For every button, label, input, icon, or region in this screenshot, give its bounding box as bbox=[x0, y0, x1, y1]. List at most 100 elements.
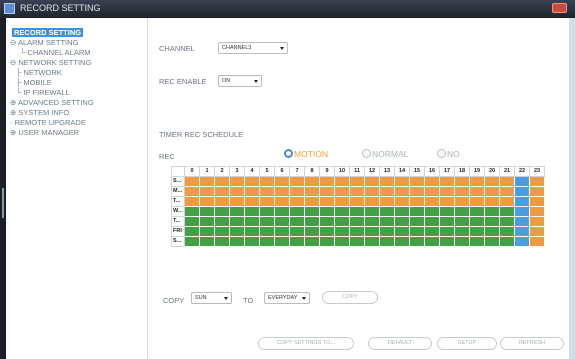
title-bar[interactable]: RECORD SETTING bbox=[0, 0, 575, 18]
tree-item-advanced-setting[interactable]: ⊕ ADVANCED SETTING bbox=[10, 98, 94, 107]
schedule-cell[interactable] bbox=[484, 186, 500, 197]
hour-header[interactable]: 8 bbox=[304, 166, 320, 177]
schedule-cell[interactable] bbox=[454, 176, 470, 187]
radio-motion[interactable]: MOTION bbox=[284, 149, 328, 159]
schedule-cell[interactable] bbox=[529, 196, 545, 207]
schedule-cell[interactable] bbox=[184, 206, 200, 217]
schedule-cell[interactable] bbox=[454, 196, 470, 207]
schedule-cell[interactable] bbox=[454, 206, 470, 217]
schedule-cell[interactable] bbox=[514, 186, 530, 197]
schedule-cell[interactable] bbox=[184, 186, 200, 197]
schedule-cell[interactable] bbox=[334, 236, 350, 247]
hour-header[interactable]: 12 bbox=[364, 166, 380, 177]
hour-header[interactable]: 22 bbox=[514, 166, 530, 177]
schedule-cell[interactable] bbox=[469, 196, 485, 207]
schedule-cell[interactable] bbox=[529, 236, 545, 247]
schedule-cell[interactable] bbox=[304, 186, 320, 197]
refresh-button[interactable]: REFRESH bbox=[500, 337, 564, 350]
hour-header[interactable]: 15 bbox=[409, 166, 425, 177]
copy-to-select[interactable]: EVERYDAY bbox=[264, 292, 310, 304]
schedule-cell[interactable] bbox=[424, 216, 440, 227]
hour-header[interactable]: 3 bbox=[229, 166, 245, 177]
hour-header[interactable]: 14 bbox=[394, 166, 410, 177]
day-label[interactable]: M... bbox=[171, 186, 185, 197]
schedule-cell[interactable] bbox=[304, 176, 320, 187]
schedule-cell[interactable] bbox=[214, 226, 230, 237]
hour-header[interactable]: 21 bbox=[499, 166, 515, 177]
schedule-cell[interactable] bbox=[229, 186, 245, 197]
schedule-cell[interactable] bbox=[349, 196, 365, 207]
schedule-cell[interactable] bbox=[229, 206, 245, 217]
schedule-cell[interactable] bbox=[514, 196, 530, 207]
day-label[interactable]: T... bbox=[171, 216, 185, 227]
radio-normal[interactable]: NORMAL bbox=[362, 149, 408, 159]
schedule-cell[interactable] bbox=[274, 206, 290, 217]
schedule-cell[interactable] bbox=[289, 216, 305, 227]
schedule-cell[interactable] bbox=[514, 176, 530, 187]
schedule-cell[interactable] bbox=[289, 176, 305, 187]
schedule-cell[interactable] bbox=[379, 186, 395, 197]
schedule-cell[interactable] bbox=[259, 186, 275, 197]
schedule-cell[interactable] bbox=[199, 226, 215, 237]
schedule-cell[interactable] bbox=[304, 206, 320, 217]
schedule-cell[interactable] bbox=[214, 206, 230, 217]
rec-enable-select[interactable]: ON bbox=[218, 75, 262, 87]
schedule-cell[interactable] bbox=[319, 196, 335, 207]
schedule-cell[interactable] bbox=[499, 196, 515, 207]
schedule-cell[interactable] bbox=[379, 236, 395, 247]
schedule-cell[interactable] bbox=[409, 186, 425, 197]
schedule-cell[interactable] bbox=[484, 226, 500, 237]
schedule-cell[interactable] bbox=[409, 206, 425, 217]
schedule-cell[interactable] bbox=[484, 216, 500, 227]
schedule-cell[interactable] bbox=[199, 186, 215, 197]
schedule-cell[interactable] bbox=[259, 236, 275, 247]
schedule-cell[interactable] bbox=[439, 176, 455, 187]
schedule-cell[interactable] bbox=[334, 186, 350, 197]
schedule-cell[interactable] bbox=[409, 216, 425, 227]
tree-item-system-info[interactable]: ⊕ SYSTEM INFO bbox=[10, 108, 69, 117]
schedule-cell[interactable] bbox=[499, 226, 515, 237]
schedule-cell[interactable] bbox=[529, 216, 545, 227]
schedule-cell[interactable] bbox=[184, 226, 200, 237]
schedule-cell[interactable] bbox=[274, 216, 290, 227]
schedule-cell[interactable] bbox=[334, 196, 350, 207]
schedule-cell[interactable] bbox=[499, 216, 515, 227]
schedule-cell[interactable] bbox=[244, 216, 260, 227]
schedule-cell[interactable] bbox=[454, 236, 470, 247]
tree-item-record-setting[interactable]: RECORD SETTING bbox=[12, 28, 84, 37]
schedule-cell[interactable] bbox=[274, 236, 290, 247]
hour-header[interactable]: 18 bbox=[454, 166, 470, 177]
schedule-cell[interactable] bbox=[424, 176, 440, 187]
schedule-cell[interactable] bbox=[454, 216, 470, 227]
schedule-cell[interactable] bbox=[229, 216, 245, 227]
radio-no[interactable]: NO bbox=[437, 149, 460, 159]
schedule-cell[interactable] bbox=[214, 216, 230, 227]
schedule-cell[interactable] bbox=[454, 186, 470, 197]
copy-button[interactable]: COPY bbox=[322, 291, 378, 304]
schedule-cell[interactable] bbox=[484, 176, 500, 187]
schedule-cell[interactable] bbox=[214, 186, 230, 197]
copy-from-select[interactable]: SUN bbox=[191, 292, 232, 304]
hour-header[interactable]: 17 bbox=[439, 166, 455, 177]
schedule-cell[interactable] bbox=[334, 216, 350, 227]
schedule-cell[interactable] bbox=[499, 186, 515, 197]
schedule-cell[interactable] bbox=[199, 176, 215, 187]
schedule-cell[interactable] bbox=[514, 226, 530, 237]
day-label[interactable]: T... bbox=[171, 196, 185, 207]
schedule-cell[interactable] bbox=[394, 206, 410, 217]
hour-header[interactable]: 0 bbox=[184, 166, 200, 177]
schedule-cell[interactable] bbox=[364, 196, 380, 207]
close-button[interactable] bbox=[552, 3, 567, 13]
schedule-cell[interactable] bbox=[364, 226, 380, 237]
schedule-cell[interactable] bbox=[199, 206, 215, 217]
schedule-cell[interactable] bbox=[349, 236, 365, 247]
schedule-cell[interactable] bbox=[379, 216, 395, 227]
schedule-cell[interactable] bbox=[244, 196, 260, 207]
schedule-grid[interactable]: 0 1 2 3 4 5 6 7 8 9 10 11 12 13 14 15 16 17 18 19 20 21 22 23 S.… bbox=[171, 166, 545, 247]
day-label[interactable]: FRI bbox=[171, 226, 185, 237]
schedule-cell[interactable] bbox=[289, 196, 305, 207]
day-label[interactable]: W... bbox=[171, 206, 185, 217]
tree-item-mobile[interactable]: ├ MOBILE bbox=[16, 78, 52, 87]
schedule-cell[interactable] bbox=[394, 176, 410, 187]
schedule-cell[interactable] bbox=[364, 186, 380, 197]
